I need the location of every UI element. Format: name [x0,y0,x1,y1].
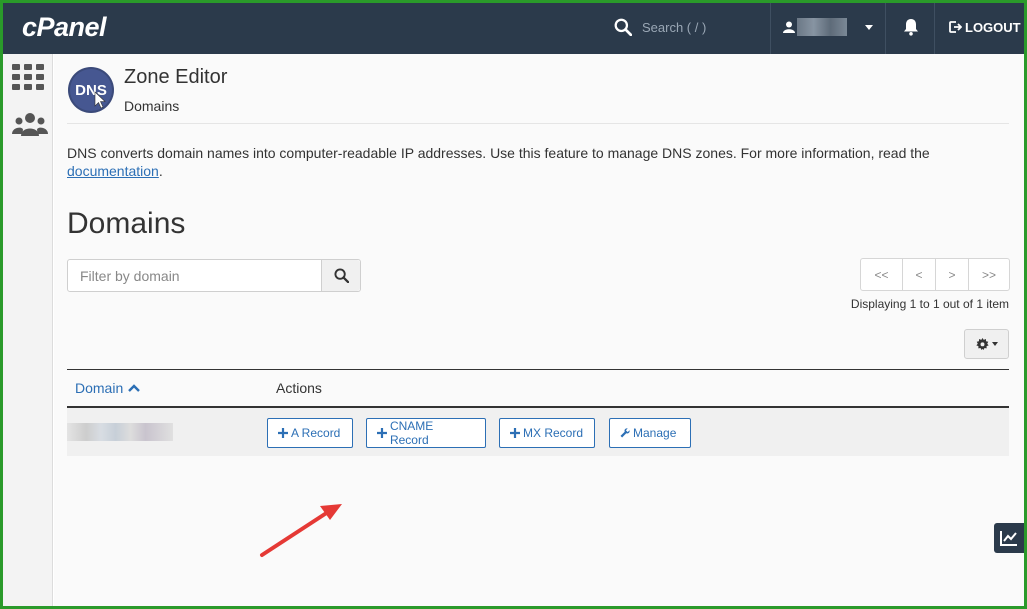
dns-logo: DNS [68,67,114,113]
logout-label: LOGOUT [965,19,1021,35]
table-top-border [67,369,1009,370]
sort-ascending-icon [128,384,141,392]
divider [67,123,1009,124]
cname-record-button[interactable]: CNAME Record [366,418,486,448]
documentation-link[interactable]: documentation [67,163,159,179]
bell-icon[interactable] [903,18,919,36]
mx-record-label: MX Record [523,426,584,440]
wrench-icon [620,428,630,438]
plus-icon [510,428,520,438]
search-placeholder[interactable]: Search ( / ) [642,20,706,35]
filter-input[interactable] [68,260,321,291]
user-icon [783,21,795,33]
a-record-button[interactable]: A Record [267,418,353,448]
column-header-domain[interactable]: Domain [75,380,141,396]
plus-icon [377,428,387,438]
plus-icon [278,428,288,438]
logout-icon [949,21,962,33]
mx-record-button[interactable]: MX Record [499,418,595,448]
pagination-summary: Displaying 1 to 1 out of 1 item [850,297,1009,311]
main-content: DNS Zone Editor Domains DNS converts dom… [54,54,1024,606]
top-navbar: cPanel Search ( / ) LOGOUT [0,0,1027,54]
page-description: DNS converts domain names into computer-… [67,144,1007,180]
filter-group [67,259,361,292]
chevron-down-icon [865,24,873,30]
search-icon [333,268,349,283]
search-box[interactable]: Search ( / ) [614,16,706,38]
page-subtitle: Domains [124,98,180,114]
description-text: DNS converts domain names into computer-… [67,145,930,161]
description-period: . [158,163,163,179]
chart-line-icon [1000,531,1017,546]
username-redacted [797,18,847,36]
pagination: << < > >> [860,258,1010,291]
column-header-domain-label: Domain [75,380,124,396]
page-next-button[interactable]: > [935,259,968,290]
gear-icon [975,337,989,350]
user-menu[interactable] [770,0,886,54]
settings-dropdown-button[interactable] [964,329,1009,359]
a-record-label: A Record [291,426,341,440]
table-row: A Record CNAME Record MX Record Manage [67,408,1009,456]
dns-logo-text: DNS [75,82,107,99]
stats-toggle-button[interactable] [994,523,1024,553]
users-icon[interactable] [12,112,48,138]
annotation-arrow [260,504,342,557]
section-title: Domains [67,207,186,240]
left-sidebar [3,54,53,606]
manage-button[interactable]: Manage [609,418,691,448]
manage-label: Manage [633,426,677,440]
page-prev-button[interactable]: < [902,259,935,290]
page-title: Zone Editor [124,66,228,88]
domain-name-redacted [67,423,173,441]
column-header-actions: Actions [276,380,322,396]
logout-button[interactable]: LOGOUT [934,0,1027,54]
search-icon [614,18,632,36]
cpanel-logo[interactable]: cPanel [22,12,107,43]
chevron-down-icon [991,342,998,346]
filter-search-button[interactable] [321,260,360,291]
page-first-button[interactable]: << [861,259,902,290]
grid-icon[interactable] [12,64,44,90]
page-last-button[interactable]: >> [968,259,1009,290]
cname-record-label: CNAME Record [389,419,434,447]
